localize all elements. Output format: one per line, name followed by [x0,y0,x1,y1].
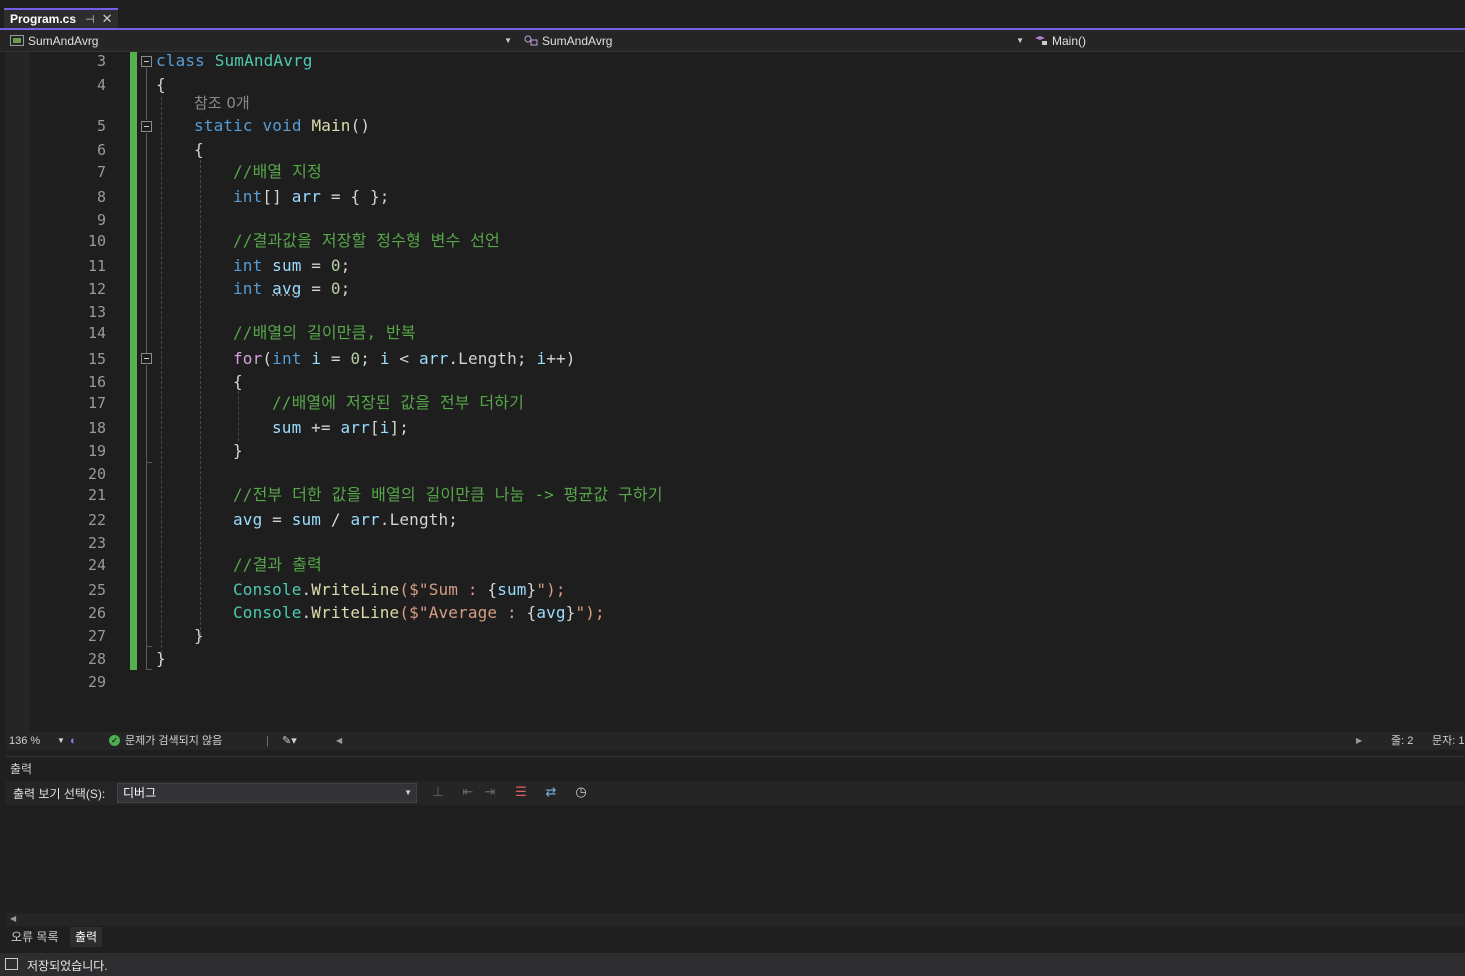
tab-program-cs[interactable]: Program.cs ⊣ ✕ [4,8,118,28]
code-line-27: } [194,626,204,645]
status-message-icon [5,958,18,970]
code-line-14: //배열의 길이만큼, 반복 [233,323,416,342]
code-line-17: //배열에 저장된 값을 전부 더하기 [272,393,525,412]
code-text[interactable]: 참조 0개 class SumAndAvrg { static void Mai… [6,51,1465,732]
method-lock-icon [1035,36,1047,45]
clear-all-icon[interactable]: ☰ [512,784,530,802]
scroll-right-icon[interactable]: ▶ [1356,732,1362,750]
member-name: Main() [1052,33,1087,48]
chevron-down-icon: ▼ [1016,36,1024,45]
issues-status[interactable]: 문제가 검색되지 않음 [125,732,222,750]
code-line-3: class SumAndAvrg [156,51,313,70]
close-icon[interactable]: ✕ [102,12,113,27]
previous-message-icon[interactable]: ⇤ [459,784,477,802]
code-line-10: //결과값을 저장할 정수형 변수 선언 [233,231,500,250]
output-panel: 출력 출력 보기 선택(S): 디버그 ▼ ⊥ ⇤ ⇥ ☰ ⇄ ◷ ◀ [6,756,1465,927]
check-circle-icon: ✓ [109,735,120,746]
code-editor[interactable]: 3 4 5 6 7 8 9 10 11 12 13 14 15 16 17 18 19 20 21 22 23 24 25 2… [6,51,1465,732]
code-line-18: sum += arr[i]; [272,418,410,437]
code-line-26: Console.WriteLine($"Average : {avg}"); [233,603,605,622]
line-indicator: 줄: 2 [1391,735,1414,747]
code-line-25: Console.WriteLine($"Sum : {sum}"); [233,580,566,599]
copilot-icon[interactable]: ◐ [70,732,77,750]
output-source-value: 디버그 [123,786,157,800]
project-name: SumAndAvrg [28,33,99,48]
find-message-icon[interactable]: ⊥ [429,784,447,802]
code-line-15: for(int i = 0; i < arr.Length; i++) [233,349,576,368]
project-dropdown[interactable]: SumAndAvrg ▼ [10,30,518,51]
tab-output[interactable]: 출력 [70,927,103,947]
csharp-project-icon [10,35,24,46]
code-line-28: } [156,649,166,668]
code-line-16: { [233,372,243,391]
editor-status-strip: 136 % ▼ ◐ ✓ 문제가 검색되지 않음 | ✎▾ ◀ ▶ 줄: 2 문자… [6,732,1465,750]
code-line-11: int sum = 0; [233,256,351,275]
class-name: SumAndAvrg [542,33,613,48]
class-icon [524,35,538,46]
tab-title: Program.cs [10,12,77,26]
timestamp-clock-icon[interactable]: ◷ [572,784,590,802]
code-line-12: int avg = 0; [233,279,351,298]
status-bar: 저장되었습니다. [0,953,1465,976]
separator: | [266,735,269,747]
panel-tab-strip: 오류 목록 출력 [0,926,1465,952]
code-line-19: } [233,441,243,460]
code-line-21: //전부 더한 값을 배열의 길이만큼 나눔 -> 평균값 구하기 [233,485,663,504]
output-horizontal-scrollbar[interactable]: ◀ [6,913,1465,927]
codelens-references[interactable]: 참조 0개 [194,92,250,114]
chevron-down-icon[interactable]: ▼ [57,732,65,750]
output-source-select[interactable]: 디버그 ▼ [117,783,417,803]
column-indicator: 문자: 1 [1432,735,1465,747]
code-line-6: { [194,140,204,159]
scroll-left-icon[interactable]: ◀ [10,914,16,923]
code-line-7: //배열 지정 [233,162,322,181]
chevron-down-icon: ▼ [504,36,512,45]
output-source-label: 출력 보기 선택(S): [13,787,106,801]
scroll-left-icon[interactable]: ◀ [336,732,342,750]
class-dropdown[interactable]: SumAndAvrg ▼ [524,30,1028,51]
output-toolbar: 출력 보기 선택(S): 디버그 ▼ ⊥ ⇤ ⇥ ☰ ⇄ ◷ [6,781,1465,805]
tab-error-list[interactable]: 오류 목록 [6,927,64,947]
cleanup-brush-icon[interactable]: ✎▾ [282,732,297,750]
output-text-area[interactable] [6,805,1465,913]
document-tab-strip: Program.cs ⊣ ✕ [0,0,1465,30]
chevron-down-icon: ▼ [404,788,412,797]
zoom-level[interactable]: 136 % [9,732,40,750]
pin-icon[interactable]: ⊣ [85,13,95,26]
code-line-24: //결과 출력 [233,555,322,574]
code-line-8: int[] arr = { }; [233,187,390,206]
status-message: 저장되었습니다. [27,959,108,973]
code-line-4: { [156,75,166,94]
code-line-5: static void Main() [194,116,371,135]
next-message-icon[interactable]: ⇥ [481,784,499,802]
output-panel-title: 출력 [10,762,33,776]
code-line-22: avg = sum / arr.Length; [233,510,459,529]
member-dropdown[interactable]: Main() [1034,30,1465,51]
word-wrap-icon[interactable]: ⇄ [542,784,560,802]
